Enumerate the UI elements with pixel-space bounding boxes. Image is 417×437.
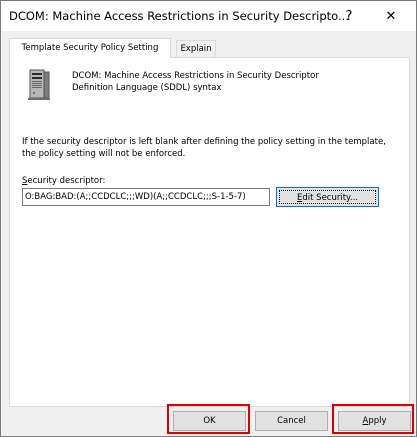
window-title: DCOM: Machine Access Restrictions in Sec… (9, 9, 349, 23)
title-bar: DCOM: Machine Access Restrictions in Sec… (1, 1, 416, 31)
tab-explain[interactable]: Explain (176, 40, 216, 57)
policy-dialog: DCOM: Machine Access Restrictions in Sec… (0, 0, 417, 437)
apply-button-highlight (332, 404, 414, 434)
edit-security-button[interactable]: Edit Security... (276, 187, 379, 207)
ok-button-highlight (167, 404, 250, 434)
policy-title: DCOM: Machine Access Restrictions in Sec… (72, 71, 319, 93)
cancel-button[interactable]: Cancel (255, 411, 328, 431)
edit-security-focus-rect: Edit Security... (279, 190, 376, 204)
tab-template-security-policy-setting[interactable]: Template Security Policy Setting (9, 38, 171, 58)
security-descriptor-field[interactable]: O:BAG:BAD:(A;;CCDCLC;;;WD)(A;;CCDCLC;;;S… (22, 188, 270, 206)
dialog-client-area: Template Security Policy Setting Explain… (1, 31, 416, 436)
security-descriptor-label-text: ecurity descriptor: (27, 176, 106, 186)
edit-security-label: dit Security... (302, 193, 358, 203)
server-icon (28, 69, 50, 100)
tab-panel: DCOM: Machine Access Restrictions in Sec… (9, 57, 410, 407)
help-button[interactable]: ? (337, 4, 361, 28)
security-descriptor-label: Security descriptor: (22, 176, 105, 186)
policy-info-text: If the security descriptor is left blank… (22, 137, 386, 159)
close-button[interactable]: ✕ (379, 4, 403, 28)
